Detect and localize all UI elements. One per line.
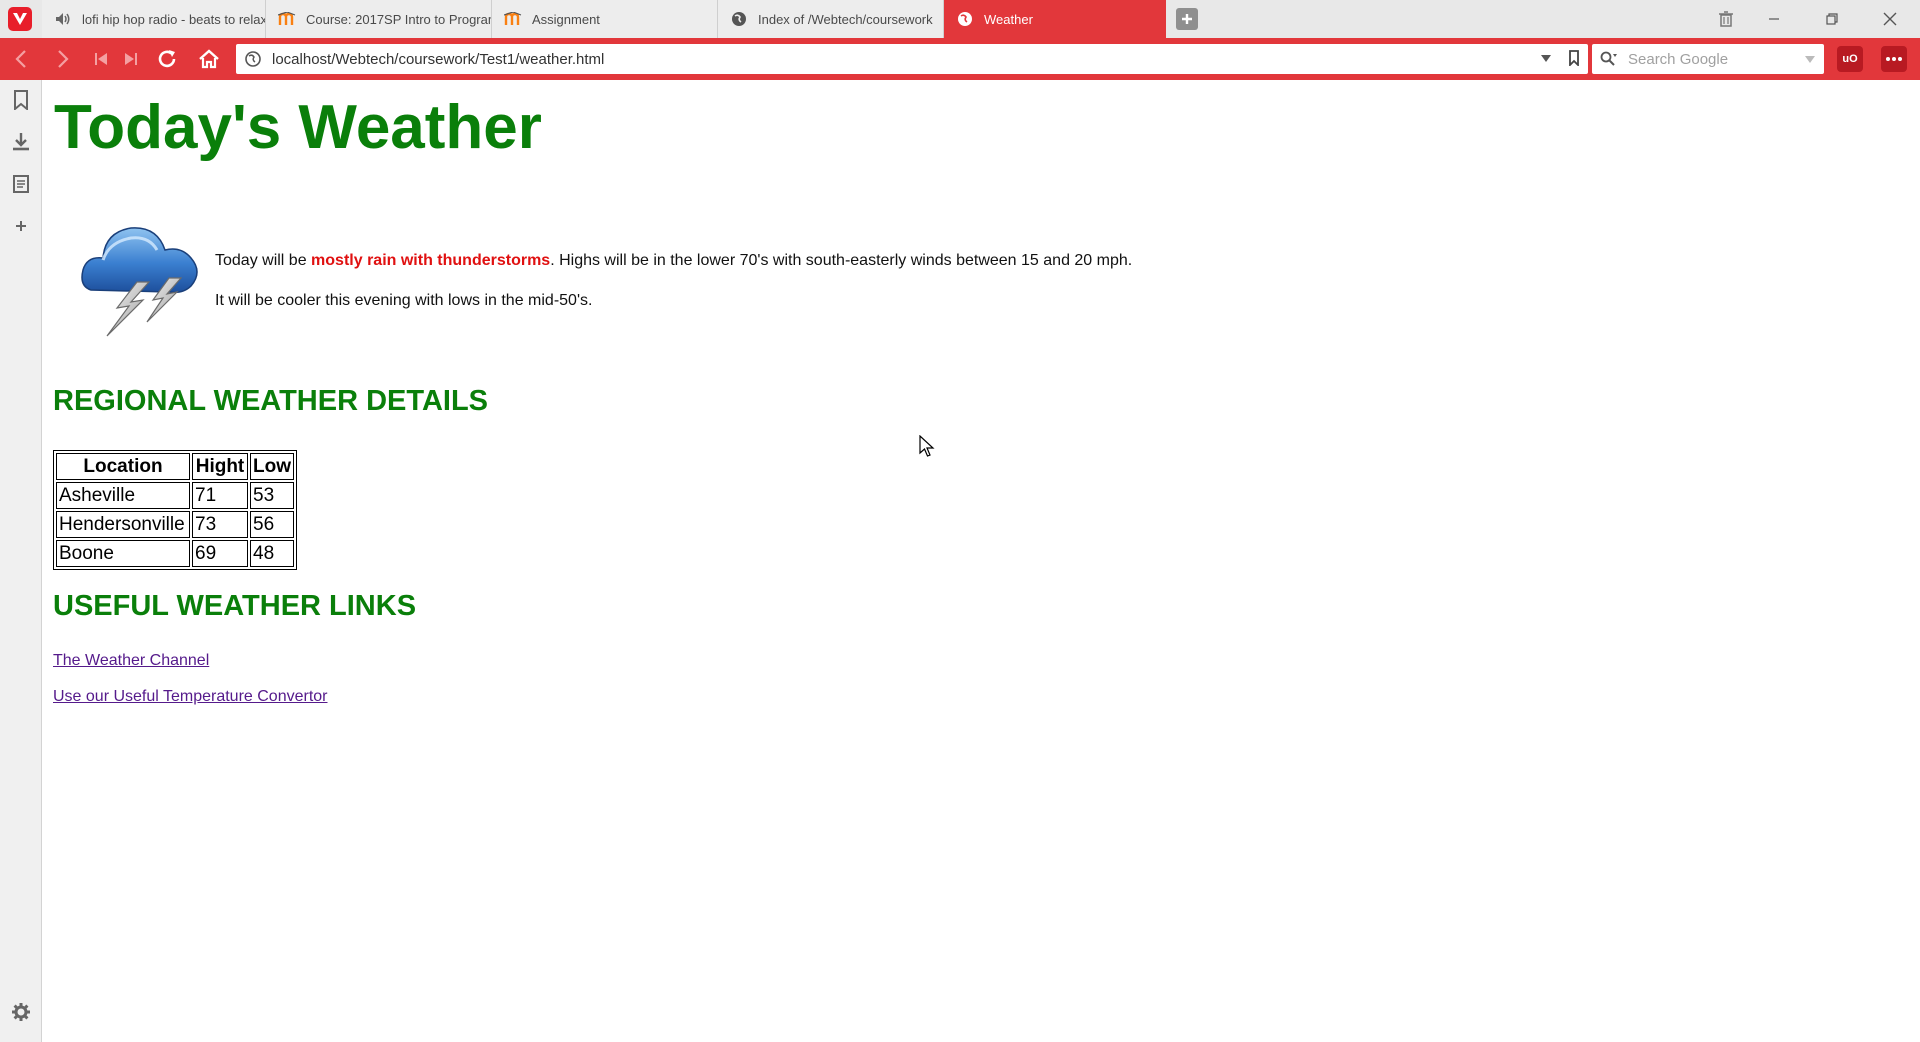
table-header: Location bbox=[56, 453, 190, 480]
ublock-extension-button[interactable]: uO bbox=[1837, 46, 1863, 72]
forward-arrow-icon bbox=[58, 50, 69, 68]
new-tab-button[interactable] bbox=[1176, 8, 1198, 30]
search-engine-dropdown-icon[interactable] bbox=[1804, 53, 1816, 65]
globe-icon bbox=[956, 10, 974, 28]
tab-course[interactable]: Course: 2017SP Intro to Programming bbox=[266, 0, 492, 38]
fast-forward-icon bbox=[125, 53, 137, 65]
minimize-icon bbox=[1769, 18, 1779, 20]
table-header: Hight bbox=[192, 453, 248, 480]
moodle-icon bbox=[504, 10, 522, 28]
table-cell: 48 bbox=[250, 540, 294, 567]
table-cell: 56 bbox=[250, 511, 294, 538]
downloads-panel-button[interactable] bbox=[9, 130, 33, 154]
rewind-icon bbox=[95, 53, 107, 65]
vivaldi-logo-icon bbox=[8, 7, 32, 31]
table-cell: 53 bbox=[250, 482, 294, 509]
search-input[interactable] bbox=[1626, 49, 1800, 69]
search-field[interactable] bbox=[1592, 44, 1824, 74]
gear-icon bbox=[12, 1003, 30, 1021]
search-icon bbox=[1600, 51, 1618, 67]
close-icon bbox=[1883, 12, 1897, 26]
bookmark-icon bbox=[14, 90, 28, 110]
forecast-text: . Highs will be in the lower 70's with s… bbox=[550, 252, 1133, 269]
side-panel bbox=[0, 80, 42, 1042]
notes-panel-button[interactable] bbox=[9, 172, 33, 196]
thunderstorm-icon bbox=[81, 227, 198, 337]
url-text: localhost/Webtech/coursework/Test1/weath… bbox=[272, 50, 605, 68]
add-web-panel-button[interactable] bbox=[9, 214, 33, 238]
tab-label: Index of /Webtech/coursework bbox=[758, 11, 933, 27]
reload-icon bbox=[158, 50, 176, 68]
reload-button[interactable] bbox=[152, 38, 182, 80]
weather-channel-link[interactable]: The Weather Channel bbox=[53, 652, 209, 670]
vivaldi-menu-button[interactable] bbox=[0, 0, 40, 38]
links-heading: USEFUL WEATHER LINKS bbox=[53, 590, 417, 622]
table-cell: 69 bbox=[192, 540, 248, 567]
page-title: Today's Weather bbox=[54, 93, 542, 162]
forecast-highlight: mostly rain with thunderstorms bbox=[311, 252, 551, 269]
tab-bar: lofi hip hop radio - beats to relax/stud… bbox=[0, 0, 1920, 38]
tab-label: Assignment bbox=[532, 11, 600, 27]
globe-icon bbox=[730, 10, 748, 28]
table-cell: Hendersonville bbox=[56, 511, 190, 538]
extension-menu-button[interactable] bbox=[1881, 46, 1907, 72]
forward-button[interactable] bbox=[48, 38, 78, 80]
url-history-dropdown-icon[interactable] bbox=[1540, 52, 1552, 64]
close-button[interactable] bbox=[1866, 0, 1914, 38]
back-button[interactable] bbox=[6, 38, 36, 80]
ublock-icon: uO bbox=[1842, 53, 1858, 65]
rewind-button[interactable] bbox=[86, 38, 116, 80]
tab-label: lofi hip hop radio - beats to relax/stud… bbox=[82, 11, 265, 27]
back-arrow-icon bbox=[15, 50, 26, 68]
notes-icon bbox=[13, 175, 29, 193]
fast-forward-button[interactable] bbox=[116, 38, 146, 80]
restore-button[interactable] bbox=[1808, 0, 1856, 38]
regional-weather-table: Location Hight Low Asheville 71 53 Hende… bbox=[53, 450, 297, 570]
forecast-text: Today will be bbox=[215, 252, 312, 269]
tab-index[interactable]: Index of /Webtech/coursework bbox=[718, 0, 944, 38]
bookmark-icon[interactable] bbox=[1568, 50, 1580, 66]
page-content: Today's Weather Today will be mostly rai… bbox=[43, 80, 1920, 1042]
table-cell: Boone bbox=[56, 540, 190, 567]
bookmarks-panel-button[interactable] bbox=[9, 88, 33, 112]
speaker-icon bbox=[54, 10, 72, 28]
tab-lofi[interactable]: lofi hip hop radio - beats to relax/stud… bbox=[42, 0, 266, 38]
tab-assignment[interactable]: Assignment bbox=[492, 0, 718, 38]
tab-label: Weather bbox=[984, 11, 1033, 27]
mouse-cursor-icon bbox=[919, 435, 935, 457]
trash-icon bbox=[1719, 11, 1733, 27]
forecast-evening: It will be cooler this evening with lows… bbox=[215, 292, 593, 309]
url-field[interactable]: localhost/Webtech/coursework/Test1/weath… bbox=[236, 44, 1588, 74]
minimize-button[interactable] bbox=[1750, 0, 1798, 38]
table-header-row: Location Hight Low bbox=[56, 453, 294, 480]
plus-icon bbox=[16, 221, 26, 231]
table-cell: 73 bbox=[192, 511, 248, 538]
table-row: Asheville 71 53 bbox=[56, 482, 294, 509]
table-row: Hendersonville 73 56 bbox=[56, 511, 294, 538]
temperature-convertor-link[interactable]: Use our Useful Temperature Convertor bbox=[53, 688, 328, 706]
site-info-icon[interactable] bbox=[244, 50, 262, 68]
table-header: Low bbox=[250, 453, 294, 480]
table-cell: Asheville bbox=[56, 482, 190, 509]
regional-heading: REGIONAL WEATHER DETAILS bbox=[53, 385, 488, 417]
more-icon bbox=[1886, 57, 1902, 61]
settings-button[interactable] bbox=[9, 1000, 33, 1024]
table-cell: 71 bbox=[192, 482, 248, 509]
tab-weather[interactable]: Weather bbox=[944, 0, 1166, 38]
forecast-summary: Today will be mostly rain with thunderst… bbox=[215, 252, 1132, 270]
trash-button[interactable] bbox=[1702, 0, 1750, 38]
moodle-icon bbox=[278, 10, 296, 28]
restore-icon bbox=[1826, 13, 1838, 25]
table-row: Boone 69 48 bbox=[56, 540, 294, 567]
download-icon bbox=[13, 133, 29, 151]
home-button[interactable] bbox=[194, 38, 224, 80]
address-bar: localhost/Webtech/coursework/Test1/weath… bbox=[0, 38, 1920, 80]
tab-label: Course: 2017SP Intro to Programming bbox=[306, 11, 491, 27]
home-icon bbox=[199, 49, 219, 69]
plus-icon bbox=[1182, 14, 1192, 24]
